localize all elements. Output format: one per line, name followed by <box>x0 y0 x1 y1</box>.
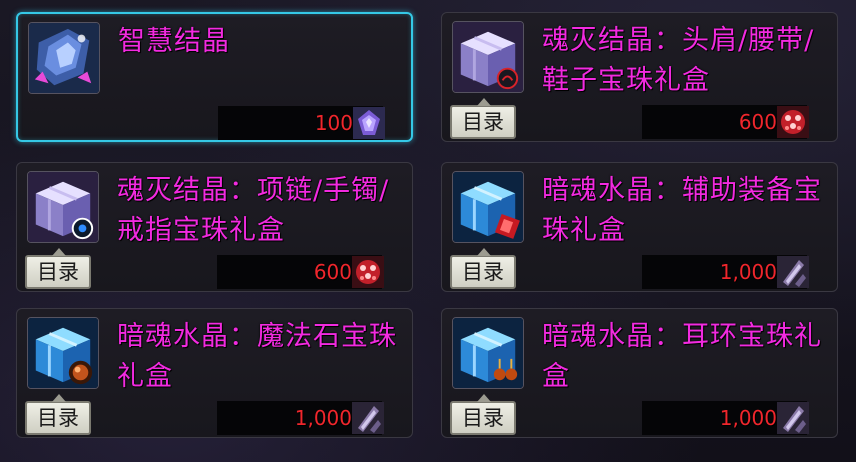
shop-item-card-dark-gift-box-magicstone[interactable]: 暗魂水晶：魔法石宝珠礼盒 目录 1,000 <box>16 308 413 438</box>
price-bar: 1,000 <box>217 401 384 435</box>
shop-item-card-dark-gift-box-earring[interactable]: 暗魂水晶：耳环宝珠礼盒 目录 1,000 <box>441 308 838 438</box>
dark-crystal-currency-icon <box>777 256 809 288</box>
dark-crystal-currency-icon <box>777 402 809 434</box>
item-price: 600 <box>738 110 777 134</box>
catalog-button[interactable]: 目录 <box>25 394 91 435</box>
catalog-button[interactable]: 目录 <box>450 98 516 139</box>
shop-item-card-soul-gift-box-2[interactable]: 魂灭结晶：项链/手镯/戒指宝珠礼盒 目录 600 <box>16 162 413 292</box>
shop-item-card-soul-gift-box-1[interactable]: 魂灭结晶：头肩/腰带/鞋子宝珠礼盒 目录 600 <box>441 12 838 142</box>
blue-gift-box-icon <box>27 317 99 389</box>
item-price: 1,000 <box>719 260 777 284</box>
catalog-button[interactable]: 目录 <box>25 248 91 289</box>
shop-item-card-dark-gift-box-subequip[interactable]: 暗魂水晶：辅助装备宝珠礼盒 目录 1,000 <box>441 162 838 292</box>
price-bar: 600 <box>642 105 809 139</box>
wisdom-crystal-icon <box>28 22 100 94</box>
item-price: 600 <box>313 260 352 284</box>
blue-gift-box-icon <box>452 317 524 389</box>
blue-gift-box-icon <box>452 171 524 243</box>
shop-item-card-wisdom-crystal[interactable]: 智慧结晶 100 <box>16 12 413 142</box>
item-name: 魂灭结晶：头肩/腰带/鞋子宝珠礼盒 <box>542 25 815 96</box>
item-name: 暗魂水晶：辅助装备宝珠礼盒 <box>542 175 822 246</box>
item-name: 智慧结晶 <box>118 26 230 57</box>
item-price: 1,000 <box>294 406 352 430</box>
price-bar: 600 <box>217 255 384 289</box>
soul-gem-currency-icon <box>777 106 809 138</box>
item-name: 暗魂水晶：魔法石宝珠礼盒 <box>117 321 397 392</box>
item-price: 1,000 <box>719 406 777 430</box>
price-bar: 100 <box>218 106 385 140</box>
catalog-button[interactable]: 目录 <box>450 394 516 435</box>
price-bar: 1,000 <box>642 255 809 289</box>
gift-box-icon <box>27 171 99 243</box>
gift-box-icon <box>452 21 524 93</box>
item-price: 100 <box>314 111 353 135</box>
soul-gem-currency-icon <box>352 256 384 288</box>
dark-crystal-currency-icon <box>352 402 384 434</box>
item-name: 魂灭结晶：项链/手镯/戒指宝珠礼盒 <box>117 175 390 246</box>
crystal-currency-icon <box>353 107 385 139</box>
price-bar: 1,000 <box>642 401 809 435</box>
item-name: 暗魂水晶：耳环宝珠礼盒 <box>542 321 822 392</box>
catalog-button[interactable]: 目录 <box>450 248 516 289</box>
